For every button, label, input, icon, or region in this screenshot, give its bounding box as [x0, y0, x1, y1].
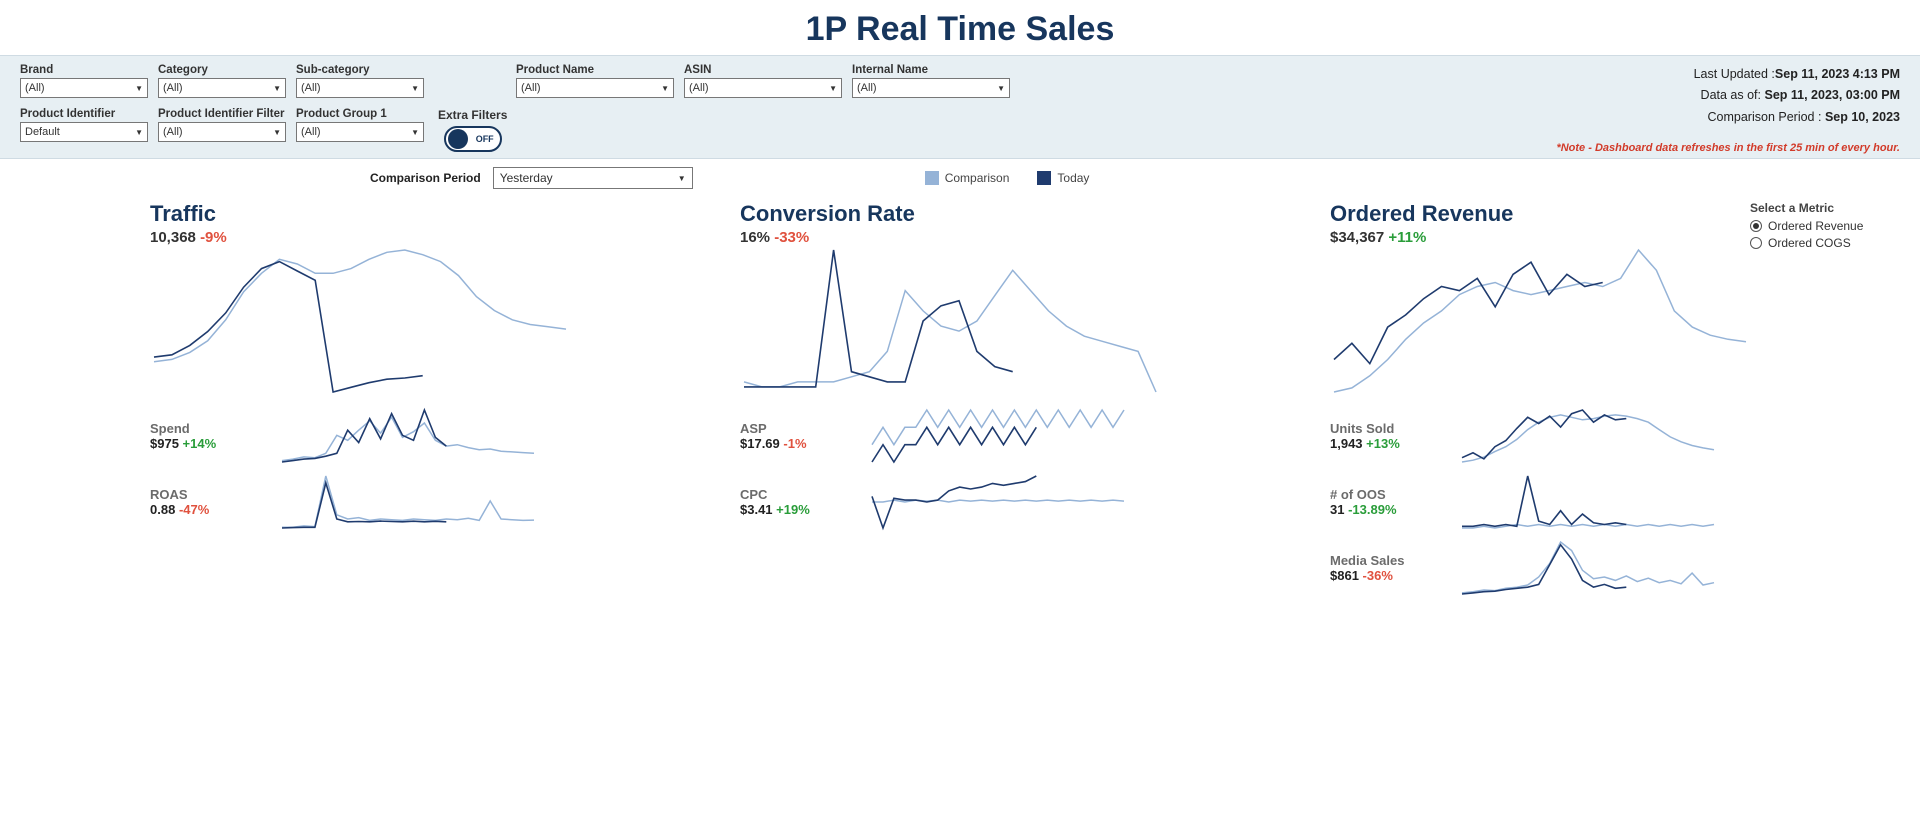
- radio-ordered-cogs[interactable]: Ordered COGS: [1750, 236, 1890, 250]
- filter-label-asin: ASIN: [684, 64, 842, 76]
- toggle-text: OFF: [476, 134, 494, 144]
- chevron-down-icon: ▼: [678, 174, 686, 183]
- metric-select-header: Select a Metric: [1750, 201, 1890, 215]
- chevron-down-icon: ▼: [411, 84, 419, 93]
- roas-title: ROAS: [150, 487, 270, 502]
- chevron-down-icon: ▼: [273, 128, 281, 137]
- asp-chart: [868, 406, 1128, 466]
- radio-ordered-revenue[interactable]: Ordered Revenue: [1750, 219, 1890, 233]
- dashboard: Traffic 10,368 -9% Spend $975 +14% ROAS …: [0, 195, 1920, 628]
- oos-title: # of OOS: [1330, 487, 1450, 502]
- col-revenue: Select a Metric Ordered Revenue Ordered …: [1330, 201, 1890, 598]
- chevron-down-icon: ▼: [135, 128, 143, 137]
- chevron-down-icon: ▼: [135, 84, 143, 93]
- filter-productid[interactable]: Default▼: [20, 122, 148, 142]
- filter-label-brand: Brand: [20, 64, 148, 76]
- filter-bar: Brand (All)▼ Category (All)▼ Sub-categor…: [0, 55, 1920, 159]
- metric-select: Select a Metric Ordered Revenue Ordered …: [1750, 201, 1890, 253]
- radio-icon: [1750, 220, 1762, 232]
- swatch-today-icon: [1037, 171, 1051, 185]
- filter-label-productname: Product Name: [516, 64, 674, 76]
- comparison-row: Comparison Period Yesterday▼ Comparison …: [370, 159, 1920, 195]
- radio-icon: [1750, 237, 1762, 249]
- conversion-chart: [740, 246, 1160, 396]
- asp-title: ASP: [740, 421, 860, 436]
- filter-productidfilter[interactable]: (All)▼: [158, 122, 286, 142]
- filter-asin[interactable]: (All)▼: [684, 78, 842, 98]
- filter-label-category: Category: [158, 64, 286, 76]
- col-traffic: Traffic 10,368 -9% Spend $975 +14% ROAS …: [150, 201, 710, 532]
- swatch-comparison-icon: [925, 171, 939, 185]
- media-title: Media Sales: [1330, 553, 1450, 568]
- traffic-title: Traffic: [150, 201, 710, 227]
- chevron-down-icon: ▼: [661, 84, 669, 93]
- traffic-delta: -9%: [200, 229, 227, 246]
- chevron-down-icon: ▼: [411, 128, 419, 137]
- filter-internalname[interactable]: (All)▼: [852, 78, 1010, 98]
- info-block: Last Updated :Sep 11, 2023 4:13 PM Data …: [1694, 64, 1900, 128]
- filter-brand[interactable]: (All)▼: [20, 78, 148, 98]
- traffic-chart: [150, 246, 570, 396]
- filter-row-1: Brand (All)▼ Category (All)▼ Sub-categor…: [20, 64, 1010, 98]
- cpc-chart: [868, 472, 1128, 532]
- filter-row-2: Product Identifier Default▼ Product Iden…: [20, 108, 1010, 152]
- oos-chart: [1458, 472, 1718, 532]
- roas-chart: [278, 472, 538, 532]
- units-title: Units Sold: [1330, 421, 1450, 436]
- comparison-select[interactable]: Yesterday▼: [493, 167, 693, 189]
- refresh-note: *Note - Dashboard data refreshes in the …: [1556, 142, 1900, 154]
- spend-title: Spend: [150, 421, 270, 436]
- toggle-knob-icon: [448, 129, 468, 149]
- chevron-down-icon: ▼: [829, 84, 837, 93]
- page-title: 1P Real Time Sales: [0, 10, 1920, 49]
- media-chart: [1458, 538, 1718, 598]
- legend: Comparison Today: [925, 171, 1090, 185]
- filter-label-productgroup1: Product Group 1: [296, 108, 424, 120]
- units-chart: [1458, 406, 1718, 466]
- filter-subcategory[interactable]: (All)▼: [296, 78, 424, 98]
- revenue-chart: [1330, 246, 1750, 396]
- filter-label-subcategory: Sub-category: [296, 64, 424, 76]
- filter-productgroup1[interactable]: (All)▼: [296, 122, 424, 142]
- filter-category[interactable]: (All)▼: [158, 78, 286, 98]
- cpc-title: CPC: [740, 487, 860, 502]
- filter-label-productidfilter: Product Identifier Filter: [158, 108, 286, 120]
- chevron-down-icon: ▼: [997, 84, 1005, 93]
- spend-chart: [278, 406, 538, 466]
- chevron-down-icon: ▼: [273, 84, 281, 93]
- filter-label-productid: Product Identifier: [20, 108, 148, 120]
- filter-productname[interactable]: (All)▼: [516, 78, 674, 98]
- traffic-value: 10,368 -9%: [150, 229, 710, 246]
- extra-filters-label: Extra Filters: [438, 108, 507, 122]
- filter-label-internalname: Internal Name: [852, 64, 1010, 76]
- conversion-title: Conversion Rate: [740, 201, 1300, 227]
- extra-filters-toggle[interactable]: OFF: [444, 126, 502, 152]
- comparison-label: Comparison Period: [370, 171, 481, 185]
- col-conversion: Conversion Rate 16% -33% ASP $17.69 -1% …: [740, 201, 1300, 532]
